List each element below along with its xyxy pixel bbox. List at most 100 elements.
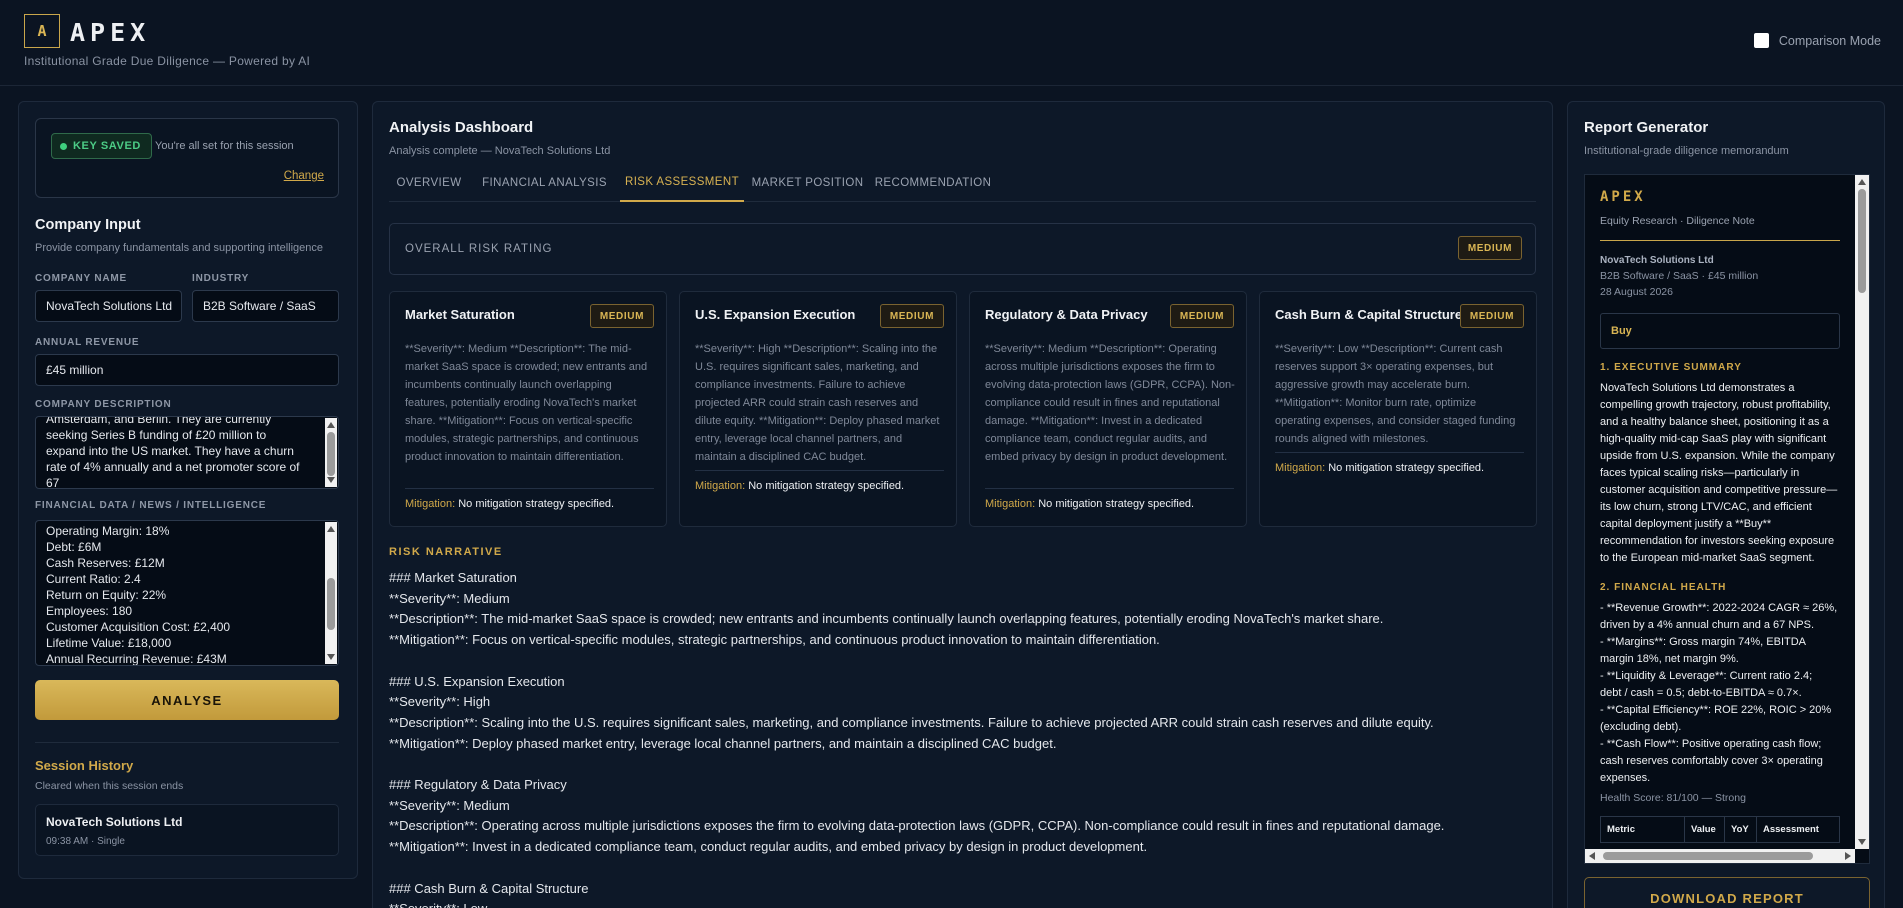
narrative-line: **Severity**: Low (389, 899, 1539, 908)
financial-data-scrollbar[interactable] (325, 522, 337, 664)
report-horizontal-scrollbar[interactable] (1585, 849, 1855, 863)
history-item-name: NovaTech Solutions Ltd (46, 815, 183, 829)
description-scrollbar[interactable] (325, 418, 337, 487)
scroll-thumb[interactable] (327, 432, 335, 476)
analyse-button[interactable]: ANALYSE (35, 680, 339, 720)
logo-mark: A (24, 14, 60, 48)
financial-data-textarea[interactable]: Operating Margin: 18% Debt: £6M Cash Res… (35, 520, 339, 666)
session-history-subtitle: Cleared when this session ends (35, 780, 184, 792)
comparison-mode-checkbox[interactable] (1753, 33, 1769, 48)
narrative-line (389, 651, 1539, 672)
risk-card: Market Saturation MEDIUM **Severity**: M… (389, 291, 667, 527)
narrative-line: **Severity**: Medium (389, 590, 510, 606)
report-generator-title: Report Generator (1584, 119, 1709, 136)
scroll-thumb[interactable] (1603, 852, 1813, 860)
change-key-link[interactable]: Change (284, 170, 324, 182)
scroll-thumb[interactable] (327, 578, 335, 630)
scroll-thumb[interactable] (1858, 189, 1866, 293)
risk-card-badge: MEDIUM (589, 304, 654, 328)
summary-line: recommendation for investors seeking exp… (1600, 535, 1835, 547)
scroll-up-arrow-icon[interactable] (327, 422, 335, 428)
health-line: - **Liquidity & Leverage**: Current rati… (1600, 670, 1813, 682)
summary-line: capital deployment justify a **Buy** (1600, 518, 1772, 530)
risk-card-title: Regulatory & Data Privacy (985, 307, 1148, 322)
description-line: expand into the US market. They have a c… (46, 444, 294, 458)
tab-market-position[interactable]: MARKET POSITION (744, 164, 871, 202)
health-line: (excluding debt). (1600, 721, 1682, 733)
divider (405, 488, 654, 489)
summary-line: its low churn, strong LTV/CAC, and effic… (1600, 501, 1812, 513)
company-name-label: COMPANY NAME (35, 273, 128, 284)
mitigation-key: Mitigation: (695, 480, 746, 492)
narrative-line (389, 858, 1539, 879)
report-type: Equity Research · Diligence Note (1600, 215, 1755, 227)
scroll-up-arrow-icon[interactable] (327, 526, 335, 532)
summary-line: compelling growth trajectory, robust pro… (1600, 399, 1831, 411)
session-history-item[interactable]: NovaTech Solutions Ltd 09:38 AM · Single (35, 804, 339, 856)
financial-line: Customer Acquisition Cost: £2,400 (46, 620, 231, 634)
tab-risk-assessment[interactable]: RISK ASSESSMENT (620, 164, 744, 202)
comparison-mode-toggle[interactable]: Comparison Mode (1753, 33, 1881, 48)
risk-card-description: **Severity**: Medium **Description**: Th… (405, 343, 648, 463)
scroll-left-arrow-icon[interactable] (1589, 852, 1595, 860)
company-description-textarea[interactable]: Amsterdam, and Berlin. They are currentl… (35, 416, 339, 489)
narrative-line: **Mitigation**: Deploy phased market ent… (389, 735, 1057, 751)
tab-financial-analysis[interactable]: FINANCIAL ANALYSIS (469, 164, 620, 202)
status-dot-icon (60, 142, 67, 150)
company-input-title: Company Input (35, 217, 141, 233)
table-header: Assessment (1756, 816, 1840, 843)
metrics-table: Metric Value YoY Assessment (1600, 816, 1840, 843)
app-name: APEX (70, 18, 151, 47)
risk-narrative-title: RISK NARRATIVE (389, 546, 503, 558)
tab-overview[interactable]: OVERVIEW (389, 164, 469, 202)
download-report-button[interactable]: DOWNLOAD REPORT (1584, 877, 1870, 908)
annual-revenue-input[interactable]: £45 million (35, 354, 339, 386)
divider (985, 488, 1234, 489)
risk-card: U.S. Expansion Execution MEDIUM **Severi… (679, 291, 957, 527)
recommendation-box: Buy (1600, 313, 1840, 349)
industry-label: INDUSTRY (192, 273, 250, 284)
divider (1275, 452, 1524, 453)
report-preview[interactable]: APEX Equity Research · Diligence Note No… (1584, 174, 1870, 864)
scroll-right-arrow-icon[interactable] (1845, 852, 1851, 860)
comparison-mode-label: Comparison Mode (1778, 33, 1881, 48)
health-line: - **Revenue Growth**: 2022-2024 CAGR ≈ 2… (1600, 602, 1838, 614)
report-generator-panel: Report Generator Institutional-grade dil… (1567, 101, 1885, 908)
financial-line: Debt: £6M (46, 540, 102, 554)
financial-line: Cash Reserves: £12M (46, 556, 165, 570)
industry-input[interactable]: B2B Software / SaaS (192, 290, 339, 322)
risk-card: Cash Burn & Capital Structure MEDIUM **S… (1259, 291, 1537, 527)
mitigation-value: No mitigation strategy specified. (1038, 498, 1195, 510)
summary-line: and a healthy balance sheet, positioning… (1600, 416, 1829, 428)
scroll-down-arrow-icon[interactable] (1858, 839, 1866, 845)
company-input-subtitle: Provide company fundamentals and support… (35, 242, 324, 254)
summary-line: NovaTech Solutions Ltd demonstrates a (1600, 382, 1795, 394)
narrative-line: **Description**: The mid-market SaaS spa… (389, 611, 1384, 627)
financial-health-heading: 2. FINANCIAL HEALTH (1600, 582, 1727, 593)
scroll-up-arrow-icon[interactable] (1858, 179, 1866, 185)
description-line: seeking Series B funding of £20 million … (46, 428, 267, 442)
report-sector: B2B Software / SaaS · £45 million (1600, 270, 1759, 282)
company-description-label: COMPANY DESCRIPTION (35, 399, 172, 410)
risk-card-title: Cash Burn & Capital Structure (1275, 307, 1463, 322)
scroll-down-arrow-icon[interactable] (327, 654, 335, 660)
tab-recommendation[interactable]: RECOMMENDATION (871, 164, 995, 202)
annual-revenue-label: ANNUAL REVENUE (35, 337, 140, 348)
executive-summary-heading: 1. EXECUTIVE SUMMARY (1600, 362, 1742, 373)
analysis-dashboard-panel: Analysis Dashboard Analysis complete — N… (372, 101, 1553, 908)
narrative-line: **Mitigation**: Focus on vertical-specif… (389, 632, 1160, 648)
table-header: Value (1684, 816, 1725, 843)
scroll-down-arrow-icon[interactable] (327, 477, 335, 483)
financial-line: Current Ratio: 2.4 (46, 572, 141, 586)
report-vertical-scrollbar[interactable] (1855, 175, 1869, 849)
key-saved-label: KEY SAVED (73, 140, 141, 152)
financial-data-label: FINANCIAL DATA / NEWS / INTELLIGENCE (35, 500, 267, 511)
report-date: 28 August 2026 (1600, 286, 1673, 298)
company-name-input[interactable]: NovaTech Solutions Ltd (35, 290, 182, 322)
narrative-line: **Description**: Scaling into the U.S. r… (389, 714, 1434, 730)
mitigation-key: Mitigation: (1275, 462, 1326, 474)
mitigation-value: No mitigation strategy specified. (1328, 462, 1485, 474)
narrative-line: ### Market Saturation (389, 570, 517, 585)
overall-risk-badge: MEDIUM (1457, 236, 1522, 260)
narrative-line: **Mitigation**: Invest in a dedicated co… (389, 839, 1148, 855)
